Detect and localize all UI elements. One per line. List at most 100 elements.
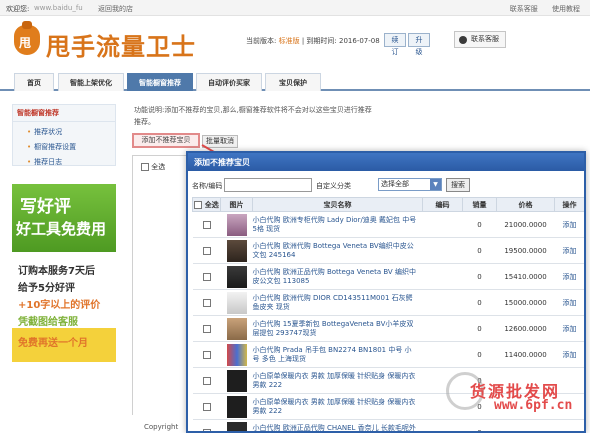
- sales-header: 销量: [462, 197, 497, 212]
- contact-service-button[interactable]: 联系客服: [454, 31, 506, 48]
- watermark-url: www.6pf.cn: [494, 398, 573, 413]
- product-name: 小白代购 欧洲正品代购 CHANEL 香奈儿 长款毛呢外套 上海现货: [252, 419, 423, 431]
- checkbox[interactable]: [141, 163, 149, 171]
- table-row: 小白代购 欧洲正品代购 CHANEL 香奈儿 长款毛呢外套 上海现货 0: [192, 419, 584, 431]
- name-code-label: 名称/编码: [192, 182, 223, 190]
- bg-header-label: 全选: [151, 163, 166, 171]
- select-all-header[interactable]: 全选: [192, 197, 221, 212]
- product-name: 小白代购 欧洲专柜代购 Lady Dior/迪奥 戴妃包 中号 5格 现货: [252, 211, 423, 238]
- price-header: 价格: [496, 197, 555, 212]
- main-nav: 首页 智能上架优化 智能橱窗推荐 自动评价买家 宝贝保护: [0, 71, 590, 91]
- feature-note-line-2: 推荐。: [134, 118, 155, 126]
- name-header: 宝贝名称: [252, 197, 423, 212]
- row-checkbox[interactable]: [202, 428, 211, 431]
- username-link[interactable]: www.baidu_fu: [34, 4, 83, 12]
- copyright-text: Copyright: [144, 423, 179, 431]
- row-checkbox[interactable]: [202, 298, 211, 307]
- version-label: 当前版本:: [246, 37, 277, 45]
- product-thumbnail: [226, 291, 247, 314]
- table-row: 小白代购 欧洲代购 Bottega Veneta BV编织中皮公文包 24516…: [192, 237, 584, 264]
- tab-smart-window[interactable]: 智能橱窗推荐: [127, 73, 193, 91]
- product-code: [422, 419, 463, 431]
- product-thumbnail: [226, 343, 247, 366]
- renew-button[interactable]: 续订: [384, 33, 406, 56]
- top-right-links: 联系客服 使用教程: [498, 4, 580, 14]
- product-sales: 0: [462, 315, 497, 342]
- table-header-row: 全选 图片 宝贝名称 编码 销量 价格 操作: [192, 197, 584, 212]
- sidebar-item-log[interactable]: 推荐日志: [13, 152, 115, 167]
- add-link[interactable]: 添加: [554, 341, 584, 368]
- add-not-recommend-button[interactable]: 添加不推荐宝贝: [132, 133, 200, 148]
- row-checkbox[interactable]: [202, 402, 211, 411]
- name-code-input[interactable]: [224, 178, 312, 192]
- row-checkbox[interactable]: [202, 220, 211, 229]
- product-name: 小白原单保暖内衣 男款 加厚保暖 针织贴身 保暖内衣男款 222: [252, 393, 423, 420]
- modal-filter-bar: 名称/编码 自定义分类 选择全部 ▼ 搜索: [188, 177, 584, 195]
- row-checkbox[interactable]: [202, 376, 211, 385]
- upgrade-button[interactable]: 升级: [408, 33, 430, 56]
- background-select-all[interactable]: 全选: [133, 156, 188, 172]
- product-sales: 0: [462, 211, 497, 238]
- product-name: 小白代购 欧洲正品代购 Bottega Veneta BV 编织中皮公文包 11…: [252, 263, 423, 290]
- add-link[interactable]: 添加: [554, 289, 584, 316]
- product-name: 小白代购 Prada 吊手包 BN2274 BN1801 中号 小号 多色 上海…: [252, 341, 423, 368]
- promo-banner[interactable]: 写好评 好工具免费用 订购本服务7天后 给予5分好评 +10字以上的评价 凭截图…: [12, 184, 116, 404]
- image-header: 图片: [220, 197, 253, 212]
- feature-note-line-1: 功能说明:添加不推荐的宝贝,那么,橱窗推荐软件将不会对以这些宝贝进行推荐: [134, 106, 372, 114]
- select-all-label: 全选: [204, 200, 219, 209]
- product-name: 小白代购 欧洲代购 Bottega Veneta BV编织中皮公文包 24516…: [252, 237, 423, 264]
- row-checkbox[interactable]: [202, 246, 211, 255]
- tab-auto-review[interactable]: 自动评价买家: [196, 73, 262, 91]
- row-checkbox[interactable]: [202, 272, 211, 281]
- product-price: 12600.0000: [496, 315, 555, 342]
- promo-green-block: 写好评 好工具免费用: [12, 184, 116, 252]
- add-link[interactable]: 添加: [554, 315, 584, 342]
- product-code: [422, 237, 463, 264]
- product-code: [422, 315, 463, 342]
- product-thumbnail: [226, 213, 247, 236]
- tab-smart-listing[interactable]: 智能上架优化: [58, 73, 124, 91]
- tab-home[interactable]: 首页: [14, 73, 54, 91]
- add-link[interactable]: 添加: [554, 237, 584, 264]
- tab-item-protect[interactable]: 宝贝保护: [265, 73, 321, 91]
- add-link[interactable]: 添加: [554, 263, 584, 290]
- search-button[interactable]: 搜索: [446, 178, 470, 192]
- product-thumbnail: [226, 239, 247, 262]
- row-checkbox[interactable]: [202, 350, 211, 359]
- contact-service-label: 联系客服: [471, 35, 499, 43]
- promo-line-2: 好工具免费用: [16, 220, 107, 238]
- product-sales: 0: [462, 419, 497, 431]
- product-sales: 0: [462, 289, 497, 316]
- modal-title: 添加不推荐宝贝: [188, 153, 584, 171]
- promo-line-3: 订购本服务7天后: [18, 266, 95, 277]
- code-header: 编码: [422, 197, 463, 212]
- contact-link[interactable]: 联系客服: [510, 5, 538, 13]
- sidebar-item-status[interactable]: 推荐状况: [13, 122, 115, 137]
- top-bar: 欢迎您: www.baidu_fu 返回我的店 联系客服 使用教程: [0, 0, 590, 16]
- logo-icon: 甩: [14, 21, 40, 55]
- product-price: 21000.0000: [496, 211, 555, 238]
- product-price: 19500.0000: [496, 237, 555, 264]
- product-thumbnail: [226, 369, 247, 392]
- expire-label: 到期时间:: [306, 37, 337, 45]
- add-link[interactable]: [554, 419, 584, 431]
- back-to-shop-link[interactable]: 返回我的店: [98, 4, 133, 14]
- category-select[interactable]: 选择全部 ▼: [378, 178, 442, 191]
- category-selected-value: 选择全部: [381, 180, 409, 188]
- help-link[interactable]: 使用教程: [552, 5, 580, 13]
- promo-line-5: +10字以上的评价: [18, 300, 101, 311]
- table-row: 小白代购 欧洲专柜代购 Lady Dior/迪奥 戴妃包 中号 5格 现货 0 …: [192, 211, 584, 238]
- select-all-checkbox[interactable]: [194, 200, 203, 209]
- app-logo-text: 甩手流量卫士: [46, 33, 196, 61]
- category-label: 自定义分类: [316, 182, 351, 190]
- row-checkbox[interactable]: [202, 324, 211, 333]
- feature-note: 功能说明:添加不推荐的宝贝,那么,橱窗推荐软件将不会对以这些宝贝进行推荐 推荐。: [134, 104, 372, 128]
- product-thumbnail: [226, 421, 247, 431]
- table-row: 小白代购 Prada 吊手包 BN2274 BN1801 中号 小号 多色 上海…: [192, 341, 584, 368]
- sidebar-title: 智能橱窗推荐: [13, 105, 115, 122]
- welcome-text: 欢迎您:: [6, 5, 30, 13]
- chevron-down-icon: ▼: [430, 179, 441, 190]
- add-link[interactable]: 添加: [554, 211, 584, 238]
- sidebar-item-settings[interactable]: 橱窗推荐设置: [13, 137, 115, 152]
- product-code: [422, 289, 463, 316]
